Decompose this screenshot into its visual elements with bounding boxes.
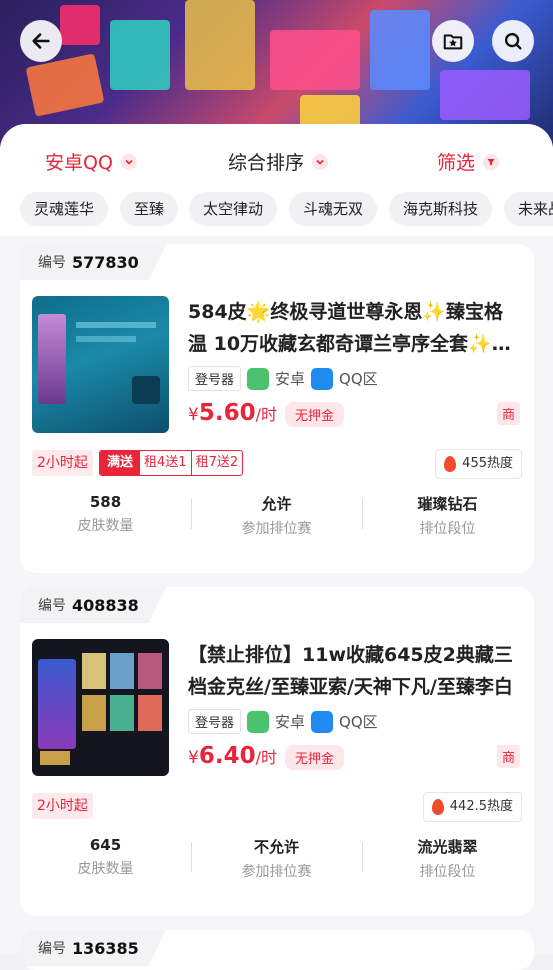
os-label: 安卓 — [275, 370, 306, 388]
screen-filter[interactable]: 筛选 — [437, 148, 500, 175]
stat-label: 参加排位赛 — [241, 864, 312, 880]
price: ¥ 5.60 /时 无押金 — [188, 400, 344, 427]
merchant-badge: 商 — [496, 402, 520, 425]
promo-offer: 租4送1 — [144, 455, 187, 470]
heat-badge: 442.5热度 — [422, 792, 522, 822]
sort-filter[interactable]: 综合排序 — [228, 148, 329, 175]
favorites-button[interactable] — [432, 20, 474, 62]
stat-ranked: 不允许 参加排位赛 — [191, 836, 362, 881]
login-tag: 登号器 — [188, 709, 242, 734]
zone-label: QQ区 — [339, 713, 378, 731]
stat-label: 参加排位赛 — [241, 521, 312, 537]
stat-label: 皮肤数量 — [77, 518, 134, 534]
stat-rank-tier: 流光翡翠 排位段位 — [362, 836, 533, 881]
chip[interactable]: 未来战 — [504, 192, 553, 226]
arrow-left-icon — [32, 33, 50, 49]
listing-card[interactable]: 编号 577830 584皮🌟终极寻道世尊永恩✨臻宝格温 10万收藏玄都奇谭兰亭序… — [20, 244, 534, 573]
back-button[interactable] — [20, 20, 62, 62]
tag-chips: 灵魂莲华 至臻 太空律动 斗魂无双 海克斯科技 未来战 — [0, 190, 553, 236]
sort-filter-label: 综合排序 — [228, 152, 305, 174]
stat-skins: 588 皮肤数量 — [20, 493, 191, 535]
price-symbol: ¥ — [188, 748, 199, 768]
flame-icon — [444, 456, 457, 472]
platform-filter[interactable]: 安卓QQ — [45, 148, 137, 175]
stat-value: 645 — [89, 836, 122, 854]
listing-title: 584皮🌟终极寻道世尊永恩✨臻宝格温 10万收藏玄都奇谭兰亭序全套✨斗魂无双 — [188, 301, 511, 355]
stat-label: 排位段位 — [419, 521, 476, 537]
listing-id-label: 编号 — [38, 941, 66, 957]
flame-icon — [431, 799, 444, 815]
android-icon — [247, 367, 270, 390]
chevron-down-icon — [312, 153, 329, 170]
stat-value: 流光翡翠 — [417, 838, 478, 856]
stat-value: 588 — [89, 493, 122, 511]
price-unit: /时 — [255, 748, 277, 767]
price-value: 5.60 — [198, 400, 256, 426]
promo-badge: 满送 租4送1 租7送2 — [99, 450, 244, 476]
qq-icon — [311, 367, 334, 390]
stat-value: 允许 — [261, 495, 292, 513]
filter-bar: 安卓QQ 综合排序 筛选 — [0, 124, 553, 198]
listing-id: 编号 577830 — [20, 244, 166, 280]
listing-id: 编号 136385 — [20, 930, 166, 966]
os-label: 安卓 — [275, 713, 306, 731]
listing-meta: 登号器 安卓 QQ区 — [188, 709, 378, 734]
listing-id-label: 编号 — [38, 598, 66, 614]
listing-card[interactable]: 编号 408838 【禁止排位】11w收藏645皮2典藏三档金克丝/至臻亚索/天神… — [20, 587, 534, 916]
promo-label: 满送 — [100, 451, 141, 475]
stat-value: 不允许 — [253, 838, 299, 856]
stat-rank-tier: 璀璨钻石 排位段位 — [362, 493, 533, 538]
listing-card[interactable]: 编号 136385 — [20, 930, 534, 970]
listing-thumbnail — [32, 639, 169, 776]
price-value: 6.40 — [198, 743, 256, 769]
stat-skins: 645 皮肤数量 — [20, 836, 191, 878]
android-icon — [247, 710, 270, 733]
chevron-down-icon — [120, 153, 137, 170]
deposit-badge: 无押金 — [284, 402, 344, 427]
star-folder-icon — [443, 34, 463, 50]
stat-label: 皮肤数量 — [77, 861, 134, 877]
search-button[interactable] — [492, 20, 534, 62]
min-hours-badge: 2小时起 — [32, 450, 93, 476]
stat-label: 排位段位 — [419, 864, 476, 880]
min-hours-badge: 2小时起 — [32, 793, 93, 819]
listing-thumbnail — [32, 296, 169, 433]
price-symbol: ¥ — [188, 405, 199, 425]
search-icon — [504, 32, 522, 50]
qq-icon — [311, 710, 334, 733]
listing-id-value: 408838 — [72, 595, 139, 615]
chip[interactable]: 灵魂莲华 — [20, 192, 109, 226]
heat-badge: 455热度 — [435, 449, 522, 479]
chip[interactable]: 至臻 — [120, 192, 179, 226]
chip[interactable]: 太空律动 — [189, 192, 278, 226]
login-tag: 登号器 — [188, 366, 242, 391]
platform-filter-label: 安卓QQ — [45, 152, 113, 174]
chip[interactable]: 海克斯科技 — [389, 192, 493, 226]
zone-label: QQ区 — [339, 370, 378, 388]
listing-id-value: 136385 — [72, 938, 139, 958]
heat-value: 455热度 — [462, 456, 513, 471]
stat-ranked: 允许 参加排位赛 — [191, 493, 362, 538]
listing-id-label: 编号 — [38, 255, 66, 271]
merchant-badge: 商 — [496, 745, 520, 768]
listing-id-value: 577830 — [72, 252, 139, 272]
deposit-badge: 无押金 — [284, 745, 344, 770]
screen-filter-label: 筛选 — [437, 152, 476, 174]
stat-value: 璀璨钻石 — [417, 495, 478, 513]
price-unit: /时 — [255, 405, 277, 424]
funnel-icon — [483, 153, 500, 170]
promo-offer: 租7送2 — [195, 455, 239, 470]
heat-value: 442.5热度 — [449, 799, 513, 814]
price: ¥ 6.40 /时 无押金 — [188, 743, 344, 770]
listing-meta: 登号器 安卓 QQ区 — [188, 366, 378, 391]
chip[interactable]: 斗魂无双 — [289, 192, 378, 226]
listing-id: 编号 408838 — [20, 587, 166, 623]
listing-title: 【禁止排位】11w收藏645皮2典藏三档金克丝/至臻亚索/天神下凡/至臻李白 — [188, 644, 513, 698]
